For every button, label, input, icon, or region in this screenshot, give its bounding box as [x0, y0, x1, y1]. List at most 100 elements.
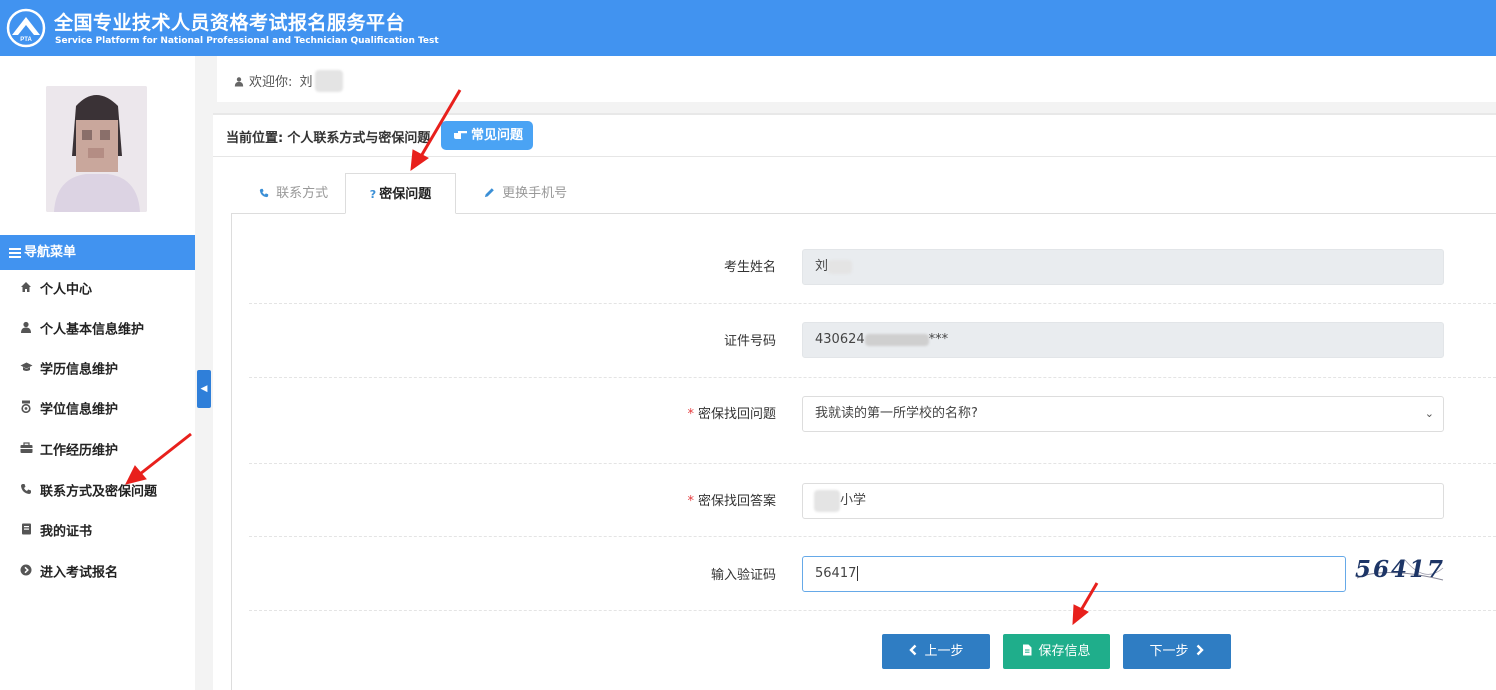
sidebar: 导航菜单 个人中心 个人基本信息维护 学历信息维护 学位信息维护 工作经历维护 …: [0, 56, 195, 690]
security-question-value: 我就读的第一所学校的名称?: [815, 406, 978, 421]
nav-menu-header: 导航菜单: [0, 235, 195, 270]
pencil-icon: [484, 186, 499, 201]
id-prefix: 430624: [815, 332, 865, 347]
tab-label: 更换手机号: [502, 186, 568, 201]
redacted-name: [314, 69, 343, 92]
security-question-label-text: 密保找回问题: [697, 407, 776, 422]
id-number-field: 430624 ***: [802, 322, 1444, 358]
tab-label: 密保问题: [379, 187, 432, 202]
next-step-button[interactable]: 下一步: [1123, 634, 1231, 669]
avatar: [46, 86, 147, 212]
sidebar-item-label: 个人基本信息维护: [40, 322, 145, 338]
caret-left-icon: ◀: [200, 384, 208, 394]
hand-pointer-icon: [454, 131, 467, 139]
sidebar-item-label: 我的证书: [40, 524, 93, 540]
row-divider: [249, 610, 1496, 611]
security-answer-value: 小学: [840, 493, 867, 508]
phone-icon: [259, 186, 273, 201]
sidebar-item-my-certificates[interactable]: 我的证书: [0, 512, 195, 552]
medal-icon: [19, 390, 33, 430]
id-suffix: ***: [928, 332, 949, 347]
save-info-button[interactable]: 保存信息: [1003, 634, 1110, 669]
site-subtitle: Service Platform for National Profession…: [55, 36, 439, 46]
faq-button[interactable]: 常见问题: [441, 121, 533, 150]
sidebar-item-label: 个人中心: [40, 282, 93, 298]
book-icon: [19, 512, 33, 552]
user-icon: [19, 310, 33, 350]
captcha-input-value: 56417: [815, 566, 857, 581]
welcome-bar: 欢迎你: 刘: [217, 56, 1496, 102]
briefcase-icon: [19, 431, 33, 471]
row-divider: [249, 463, 1496, 464]
question-icon: ?: [369, 188, 377, 201]
security-answer-input[interactable]: 小学: [802, 483, 1444, 519]
name-label: 考生姓名: [723, 260, 776, 275]
tab-label: 联系方式: [276, 186, 329, 201]
security-question-label: * 密保找回问题: [576, 403, 776, 422]
welcome-label: 欢迎你:: [249, 75, 293, 90]
sidebar-item-exam-registration[interactable]: 进入考试报名: [0, 553, 195, 593]
redacted-answer: [814, 489, 840, 512]
sidebar-item-work-history[interactable]: 工作经历维护: [0, 431, 195, 471]
sidebar-item-label: 学历信息维护: [40, 362, 119, 378]
sidebar-item-label: 进入考试报名: [40, 565, 119, 581]
captcha-image[interactable]: 56417: [1355, 556, 1445, 586]
tab-contact[interactable]: 联系方式: [259, 173, 349, 214]
breadcrumb-current: 个人联系方式与密保问题: [287, 131, 431, 146]
required-mark: *: [687, 407, 694, 422]
row-divider: [249, 303, 1496, 304]
sidebar-item-label: 联系方式及密保问题: [40, 484, 158, 500]
chevron-left-icon: [909, 644, 917, 656]
graduation-cap-icon: [19, 350, 33, 390]
sidebar-item-degree[interactable]: 学位信息维护: [0, 390, 195, 430]
sidebar-item-label: 工作经历维护: [40, 443, 119, 459]
arrow-circle-icon: [19, 553, 33, 593]
breadcrumb: 当前位置: 个人联系方式与密保问题: [226, 127, 430, 146]
divider: [213, 156, 1496, 157]
sidebar-item-personal-center[interactable]: 个人中心: [0, 270, 195, 310]
chevron-right-icon: [1196, 644, 1204, 656]
main-panel: 当前位置: 个人联系方式与密保问题 常见问题 联系方式 ? 密保问题 更换手机号 …: [213, 113, 1496, 690]
captcha-image-text: 56417: [1355, 556, 1446, 583]
prev-step-label: 上一步: [924, 644, 964, 659]
security-question-select[interactable]: 我就读的第一所学校的名称? ⌄: [802, 396, 1444, 432]
prev-step-button[interactable]: 上一步: [882, 634, 990, 669]
name-field: 刘: [802, 249, 1444, 285]
sidebar-item-basic-info[interactable]: 个人基本信息维护: [0, 310, 195, 350]
sidebar-collapse-toggle[interactable]: ◀: [197, 370, 211, 408]
welcome-text-group: 欢迎你: 刘: [234, 69, 343, 92]
svg-text:PTA: PTA: [20, 37, 32, 43]
sidebar-item-label: 学位信息维护: [40, 402, 119, 418]
content-border: [231, 213, 232, 690]
user-icon: [234, 77, 244, 87]
menu-icon: [9, 246, 21, 260]
security-answer-label-text: 密保找回答案: [697, 494, 776, 509]
next-step-label: 下一步: [1149, 644, 1189, 659]
captcha-input[interactable]: 56417: [802, 556, 1346, 592]
faq-label: 常见问题: [471, 128, 524, 143]
file-icon: [1023, 644, 1032, 656]
row-divider: [249, 377, 1496, 378]
nav-menu-title: 导航菜单: [24, 245, 77, 260]
captcha-label: 输入验证码: [710, 568, 776, 583]
row-divider: [249, 536, 1496, 537]
redacted-id: [864, 333, 929, 346]
site-title: 全国专业技术人员资格考试报名服务平台: [54, 12, 406, 34]
chevron-down-icon: ⌄: [1424, 407, 1434, 420]
pta-logo-icon: PTA: [6, 8, 46, 48]
phone-icon: [19, 472, 33, 512]
welcome-username: 刘: [299, 75, 313, 90]
redacted-name: [828, 259, 853, 274]
security-answer-label: * 密保找回答案: [576, 490, 776, 509]
breadcrumb-label: 当前位置:: [226, 131, 284, 146]
sidebar-item-education[interactable]: 学历信息维护: [0, 350, 195, 390]
sidebar-item-contact-security[interactable]: 联系方式及密保问题: [0, 472, 195, 512]
text-caret: [857, 566, 859, 581]
tab-change-phone[interactable]: 更换手机号: [484, 173, 604, 214]
tab-security-question[interactable]: ? 密保问题: [345, 173, 456, 214]
save-info-label: 保存信息: [1038, 644, 1091, 659]
home-icon: [19, 270, 33, 310]
top-header: PTA 全国专业技术人员资格考试报名服务平台 Service Platform …: [0, 0, 1496, 56]
required-mark: *: [687, 494, 694, 509]
id-number-label: 证件号码: [723, 334, 776, 349]
